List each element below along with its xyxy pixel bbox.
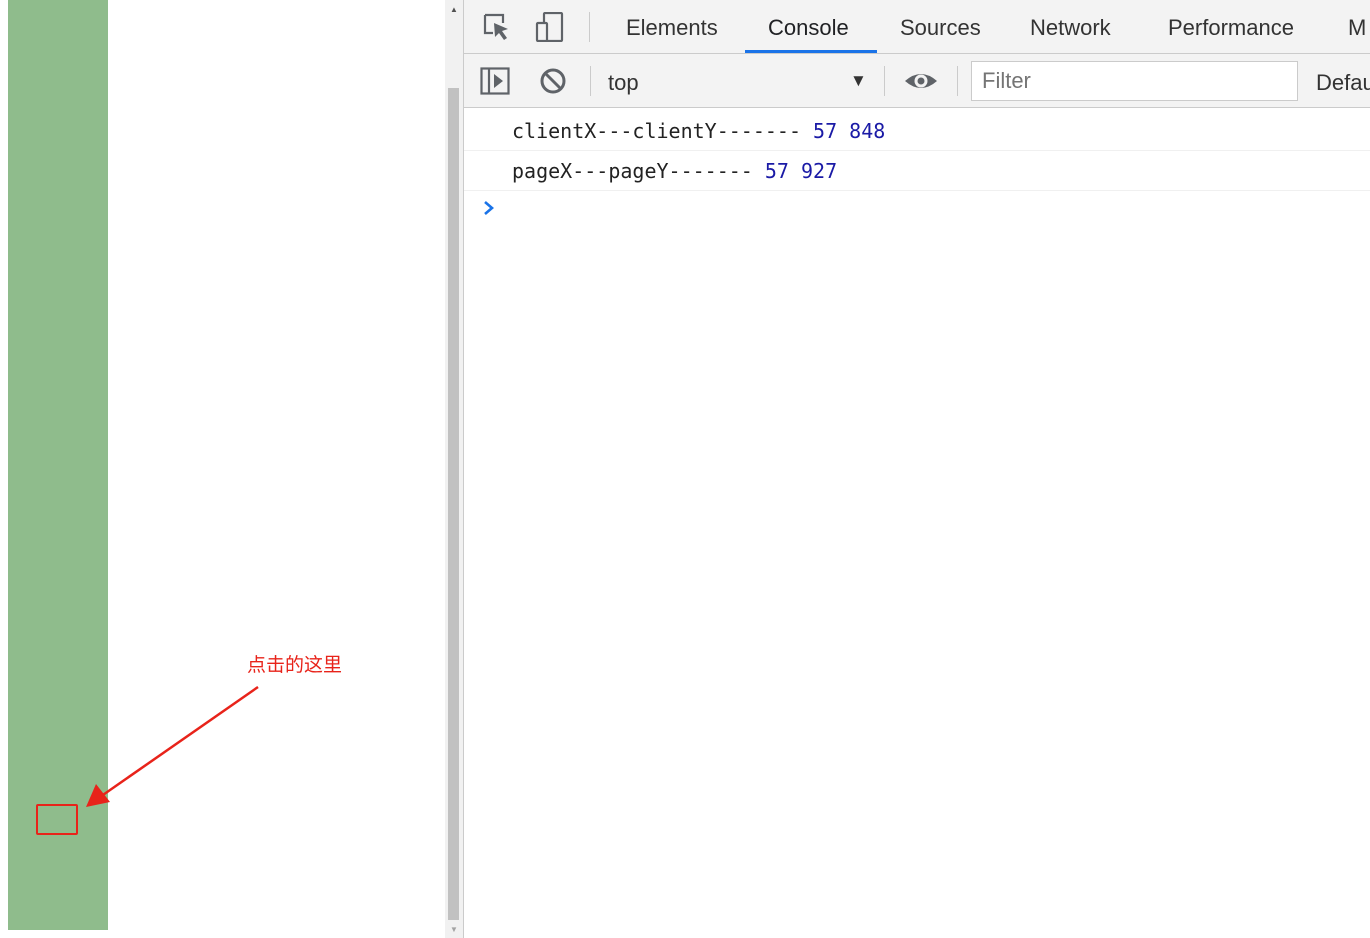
- console-toolbar: top ▼ Default levels: [464, 54, 1370, 108]
- tab-network[interactable]: Network: [1030, 0, 1111, 53]
- toolbar-divider: [884, 66, 885, 96]
- execution-context-select[interactable]: top: [608, 54, 639, 108]
- tab-more[interactable]: M: [1348, 0, 1366, 53]
- log-value: 927: [801, 159, 838, 183]
- console-log-line: clientX---clientY------- 57 848: [464, 111, 1370, 151]
- toolbar-divider: [590, 66, 591, 96]
- log-value: 57: [764, 159, 789, 183]
- toolbar-divider: [589, 12, 590, 42]
- triangle-up-icon[interactable]: ▲: [445, 0, 463, 18]
- dropdown-arrow-icon[interactable]: ▼: [850, 71, 867, 91]
- devtools-panel: Elements Console Sources Network Perform…: [463, 0, 1370, 938]
- log-message: pageX---pageY-------: [512, 159, 753, 183]
- tab-sources[interactable]: Sources: [900, 0, 981, 53]
- console-log-line: pageX---pageY------- 57 927: [464, 151, 1370, 191]
- console-prompt-chevron-icon[interactable]: [482, 195, 496, 221]
- toolbar-divider: [957, 66, 958, 96]
- active-tab-indicator: [745, 50, 877, 53]
- console-filter-input[interactable]: [971, 61, 1298, 101]
- log-message: clientX---clientY-------: [512, 119, 801, 143]
- log-value: 57: [813, 119, 838, 143]
- log-value: 848: [849, 119, 886, 143]
- triangle-down-icon[interactable]: ▼: [445, 920, 463, 938]
- devtools-tab-bar: Elements Console Sources Network Perform…: [464, 0, 1370, 54]
- vertical-scrollbar[interactable]: ▲ ▼: [445, 0, 463, 938]
- page-viewport: 点击的这里: [0, 0, 445, 938]
- scrollbar-thumb[interactable]: [448, 88, 459, 920]
- tab-elements[interactable]: Elements: [626, 0, 718, 53]
- clear-console-icon[interactable]: [539, 67, 569, 97]
- device-toolbar-icon[interactable]: [535, 12, 565, 42]
- tab-performance[interactable]: Performance: [1168, 0, 1294, 53]
- inspect-element-icon[interactable]: [482, 12, 512, 42]
- tab-console[interactable]: Console: [768, 0, 849, 53]
- live-expression-eye-icon[interactable]: [904, 66, 938, 96]
- log-levels-select[interactable]: Default levels: [1316, 54, 1370, 108]
- sidebar-toggle-icon[interactable]: [480, 66, 510, 96]
- annotation-arrow-icon: [86, 685, 259, 807]
